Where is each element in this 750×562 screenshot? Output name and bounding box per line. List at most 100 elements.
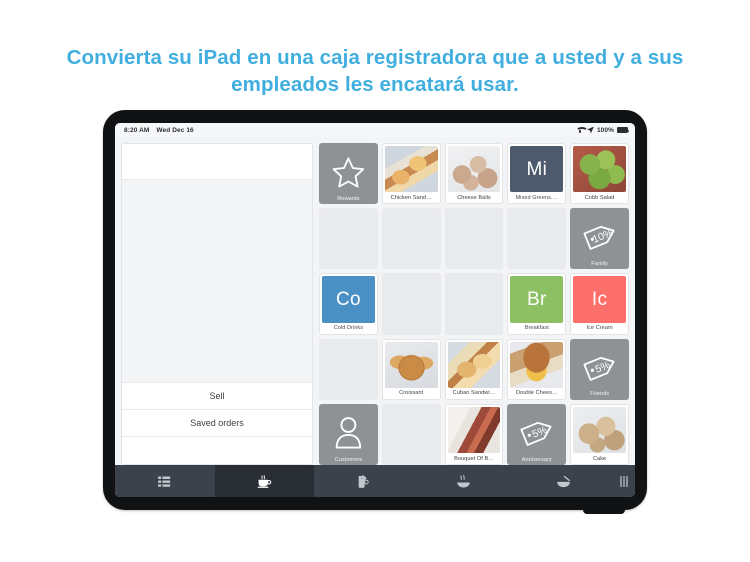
item-tile-bouquet-of-b[interactable]: Bouquet Of B… [444,403,504,465]
order-panel-footer [122,436,312,464]
item-tile-empty[interactable] [381,403,441,465]
coffee-cup-icon [256,473,273,490]
category-tab-bar [115,465,635,497]
discount-tag-10-icon: 10% [570,208,629,258]
item-photo [510,341,564,388]
item-initials-swatch: Co [322,276,375,323]
item-tile-label: Anniversary [521,456,552,463]
item-tile-cake[interactable]: Cake [570,403,629,465]
tab-bowl[interactable] [513,465,613,497]
item-tile-double-chees[interactable]: Double Chees… [507,338,567,400]
item-tile-empty[interactable] [507,208,567,270]
tab-grid-list[interactable] [115,465,215,497]
item-tile-empty[interactable] [444,273,504,335]
item-tile-empty[interactable] [381,208,441,270]
item-tile-ice-cream[interactable]: Ic Ice Cream [570,273,629,335]
item-tile-label: Cake [592,455,607,462]
item-photo [573,406,626,453]
order-panel: Sell Saved orders [121,143,313,465]
function-tile-anniversary[interactable]: 5% Anniversary [507,403,567,465]
grid-list-icon [156,473,173,490]
item-tile-label: Bouquet Of B… [454,455,494,462]
tab-beer-mug[interactable] [314,465,414,497]
item-tile-mixed-greens[interactable]: Mi Mixed Greens.… [507,143,567,205]
location-arrow-icon [586,126,594,134]
item-initials: Ic [591,288,608,310]
battery-full-icon [617,127,629,133]
drag-grip-icon[interactable] [613,465,635,497]
item-photo-wrap [384,341,438,388]
item-tile-label: Ice Cream [586,325,613,332]
status-time: 8:20 AM [124,126,150,134]
pos-main-area: Sell Saved orders Rewards Chicken Sand… Ch… [115,137,635,465]
item-photo-wrap [447,341,501,388]
item-photo-wrap [384,146,438,193]
item-tile-label: Mixed Greens.… [515,194,559,201]
item-tile-label: Cheese Balls [457,194,491,201]
headline-line-2: empleados les encatará usar. [231,73,519,96]
item-tile-label: Customers [334,456,363,463]
item-tile-empty[interactable] [319,208,378,270]
item-grid: Rewards Chicken Sand… Cheese Balls Mi Mixed … [319,143,630,465]
ipad-device-mockup: 8:20 AM Wed Dec 16 100% Sell Saved order… [0,98,750,528]
order-panel-header [122,144,312,180]
function-tile-family[interactable]: 10% Family [570,208,629,270]
svg-text:5%: 5% [594,359,612,375]
item-tile-breakfast[interactable]: Br Breakfast [507,273,567,335]
discount-tag-5-icon: 5% [507,404,566,454]
item-photo-wrap [510,341,564,388]
item-photo-wrap [447,146,501,193]
function-tile-customers[interactable]: Customers [319,403,378,465]
item-tile-label: Friends [590,391,610,398]
order-line-items-list[interactable] [122,180,312,382]
item-photo [384,341,438,388]
item-tile-empty[interactable] [319,338,378,400]
item-photo-wrap [447,406,501,453]
hot-dish-icon [455,473,472,490]
item-photo [573,146,626,193]
item-photo-wrap [573,146,626,193]
item-tile-cold-drinks[interactable]: Co Cold Drinks [319,273,378,335]
sell-button[interactable]: Sell [122,382,312,409]
promo-headline: Convierta su iPad en una caja registrado… [0,0,750,98]
svg-text:5%: 5% [531,425,549,441]
item-initials-swatch: Ic [573,276,626,323]
item-tile-empty[interactable] [444,208,504,270]
tab-coffee-cup[interactable] [214,465,315,497]
item-photo [447,406,501,453]
item-photo [447,341,501,388]
item-tile-empty[interactable] [381,273,441,335]
item-initials: Co [335,288,361,310]
ios-status-bar: 8:20 AM Wed Dec 16 100% [115,123,635,137]
wifi-icon [575,127,588,133]
item-initials: Mi [526,158,548,180]
item-tile-label: Cold Drinks [333,325,364,332]
item-tile-croissant[interactable]: Croissant [381,338,441,400]
item-tile-cheese-balls[interactable]: Cheese Balls [444,143,504,205]
tab-hot-dish[interactable] [414,465,514,497]
star-icon [319,143,378,193]
item-tile-cobb-salad[interactable]: Cobb Salad [570,143,629,205]
item-initials: Br [526,288,547,310]
saved-orders-button[interactable]: Saved orders [122,409,312,436]
item-initials-swatch: Mi [510,146,564,193]
item-tile-cuban-sandwi[interactable]: Cuban Sandwi… [444,338,504,400]
ipad-stand-foot [583,504,625,514]
item-tile-label: Croissant [399,390,424,397]
ipad-screen: 8:20 AM Wed Dec 16 100% Sell Saved order… [115,123,635,497]
item-photo-wrap [573,406,626,453]
headline-line-1: Convierta su iPad en una caja registrado… [66,46,684,69]
battery-percent-label: 100% [596,126,614,134]
item-photo [384,146,438,193]
item-tile-label: Chicken Sand… [390,194,432,201]
bowl-icon [555,473,572,490]
discount-tag-5-icon: 5% [570,339,629,389]
beer-mug-icon [355,473,372,490]
item-tile-label: Breakfast [524,325,549,332]
item-tile-chicken-sand[interactable]: Chicken Sand… [381,143,441,205]
item-tile-label: Cuban Sandwi… [452,390,496,397]
person-icon [319,404,378,454]
function-tile-friends[interactable]: 5% Friends [570,338,629,400]
function-tile-rewards[interactable]: Rewards [319,143,378,205]
item-tile-label: Family [591,260,608,267]
